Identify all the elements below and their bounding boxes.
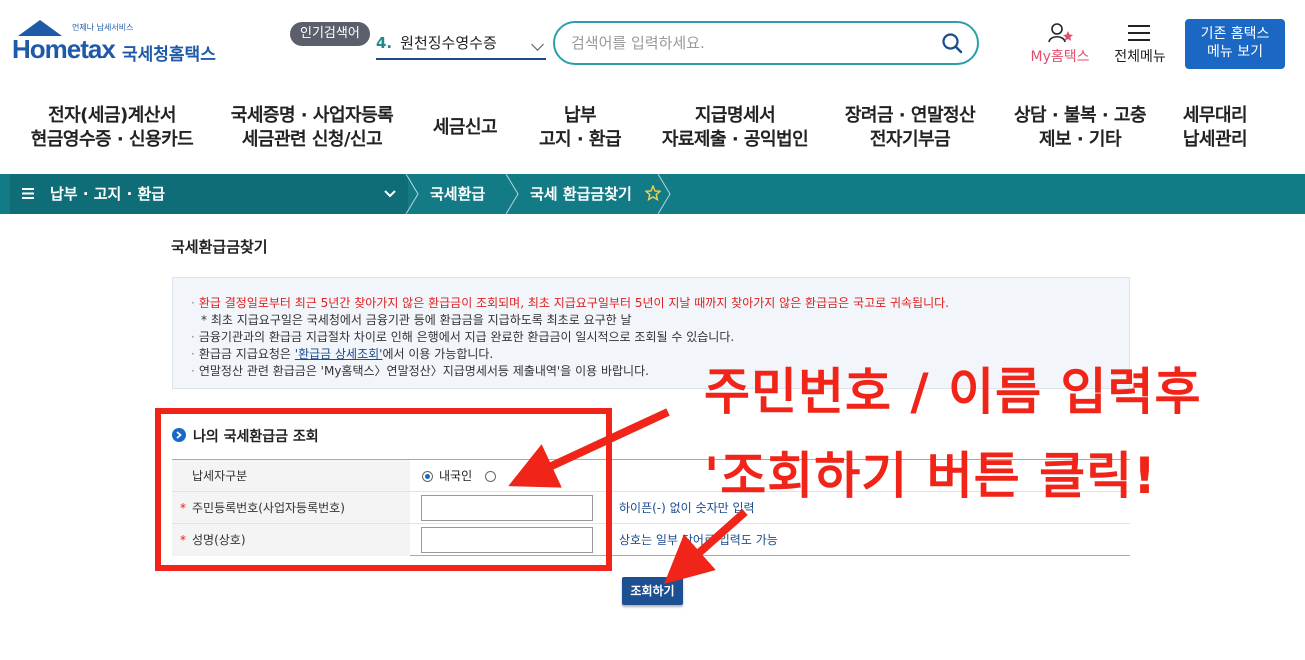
notice-item: · 환급 결정일로부터 최근 5년간 찾아가지 않은 환급금이 조회되며, 최초 … (191, 296, 949, 310)
gnb-payment[interactable]: 납부 고지 · 환급 (525, 104, 635, 152)
breadcrumb-separator (405, 174, 419, 214)
annotation-line2: '조회하기 버튼 클릭! (704, 447, 1157, 505)
page-title: 국세환급금찾기 (171, 238, 268, 256)
name-help: 상호는 일부 단어로 입력도 가능 (619, 533, 778, 547)
search-box[interactable] (553, 21, 979, 65)
gnb-incentive-line2: 전자기부금 (869, 129, 951, 150)
gnb-incentive[interactable]: 장려금 · 연말정산 전자기부금 (835, 104, 985, 152)
gnb-incentive-line1: 장려금 · 연말정산 (844, 105, 976, 126)
search-input[interactable] (571, 31, 931, 55)
notice-text: 금융기관과의 환급금 지급절차 차이로 인해 은행에서 지급 완료한 환급금이 … (198, 330, 735, 344)
popular-keyword-dropdown[interactable]: 4. 원천징수영수증 (376, 30, 546, 60)
gnb-payment-statement-line2: 자료제출 · 공익법인 (661, 129, 809, 150)
popular-search-badge: 인기검색어 (290, 22, 370, 46)
search-refund-button[interactable]: 조회하기 (622, 577, 683, 605)
gnb-certificates[interactable]: 국세증명 · 사업자등록 세금관련 신청/신고 (222, 104, 402, 152)
gnb-consulting[interactable]: 상담 · 불복 · 고충 제보 · 기타 (1005, 104, 1155, 152)
hometax-logo[interactable]: 언제나 납세서비스 Hometax 국세청홈택스 (12, 18, 232, 74)
notice-item: · 연말정산 관련 환급금은 'My홈택스〉연말정산〉지급명세서등 제출내역'을 … (191, 364, 649, 378)
breadcrumb-separator (657, 174, 671, 214)
chevron-down-icon[interactable] (383, 188, 397, 200)
gnb-payment-statement[interactable]: 지급명세서 자료제출 · 공익법인 (650, 104, 820, 152)
breadcrumb-section-label[interactable]: 납부 · 고지 · 환급 (50, 174, 165, 214)
user-icon (1048, 23, 1073, 43)
old-menu-line2: 메뉴 보기 (1207, 44, 1263, 60)
all-menu-button[interactable]: 전체메뉴 (1108, 22, 1172, 68)
gnb-e-invoice-line2: 현금영수증 · 신용카드 (30, 129, 194, 150)
notice-text: 연말정산 관련 환급금은 'My홈택스〉연말정산〉지급명세서등 제출내역'을 이… (198, 364, 649, 378)
logo-wordmark: Hometax (12, 34, 116, 64)
logo-tagline: 언제나 납세서비스 (72, 23, 134, 32)
breadcrumb-level2[interactable]: 국세환급 (430, 174, 485, 214)
gnb-consulting-line2: 제보 · 기타 (1038, 129, 1122, 150)
gnb-certificates-line1: 국세증명 · 사업자등록 (230, 105, 394, 126)
gnb-payment-line2: 고지 · 환급 (538, 129, 622, 150)
my-hometax-link[interactable]: My홈택스 (1025, 22, 1095, 68)
refund-detail-link[interactable]: '환급금 상세조회' (295, 347, 383, 361)
notice-item: · 금융기관과의 환급금 지급절차 차이로 인해 은행에서 지급 완료한 환급금이… (191, 330, 735, 344)
popular-keyword-rank: 4. (376, 34, 393, 52)
gnb-tax-agent-line2: 납세관리 (1182, 129, 1248, 150)
gnb-consulting-line1: 상담 · 불복 · 고충 (1013, 105, 1147, 126)
chevron-down-icon[interactable] (531, 38, 544, 51)
notice-subitem: * 최초 지급요구일은 국세청에서 금융기관 등에 환급금을 지급하도록 최초로… (201, 311, 632, 328)
gnb-e-invoice-line1: 전자(세금)계산서 (48, 105, 176, 126)
old-menu-line1: 기존 홈택스 (1200, 26, 1270, 42)
menu-icon[interactable] (22, 187, 35, 200)
notice-text: 환급 결정일로부터 최근 5년간 찾아가지 않은 환급금이 조회되며, 최초 지… (198, 296, 949, 310)
logo-subtitle: 국세청홈택스 (122, 45, 216, 65)
breadcrumb-level3[interactable]: 국세 환급금찾기 (530, 174, 632, 214)
gnb-tax-report[interactable]: 세금신고 (420, 116, 510, 140)
gnb-e-invoice[interactable]: 전자(세금)계산서 현금영수증 · 신용카드 (22, 104, 202, 152)
gnb-tax-report-line1: 세금신고 (432, 117, 498, 138)
all-menu-label: 전체메뉴 (1114, 49, 1166, 65)
breadcrumb-separator (505, 174, 519, 214)
gnb-tax-agent-line1: 세무대리 (1182, 105, 1248, 126)
annotation-line1: 주민번호 / 이름 입력후 (704, 363, 1202, 421)
gnb-tax-agent[interactable]: 세무대리 납세관리 (1170, 104, 1260, 152)
my-hometax-label: My홈택스 (1030, 49, 1090, 65)
gnb-payment-line1: 납부 (563, 105, 597, 126)
old-menu-button[interactable]: 기존 홈택스 메뉴 보기 (1185, 19, 1285, 69)
gnb-payment-statement-line1: 지급명세서 (694, 105, 776, 126)
hamburger-icon (1128, 25, 1150, 41)
gnb-certificates-line2: 세금관련 신청/신고 (241, 129, 383, 150)
popular-keyword-text[interactable]: 원천징수영수증 (400, 34, 497, 52)
notice-item: · 환급금 지급요청은 '환급금 상세조회'에서 이용 가능합니다. (191, 347, 494, 361)
highlight-frame (155, 408, 612, 571)
notice-text: 환급금 지급요청은 (198, 347, 295, 361)
search-icon[interactable] (941, 32, 963, 54)
notice-text: 에서 이용 가능합니다. (382, 347, 494, 361)
notice-text: * 최초 지급요구일은 국세청에서 금융기관 등에 환급금을 지급하도록 최초로… (201, 313, 632, 327)
